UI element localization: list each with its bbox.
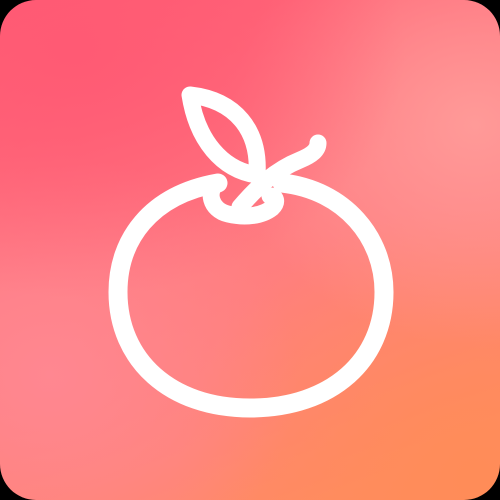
apple-leaf — [181, 86, 266, 184]
app-icon[interactable] — [0, 0, 500, 500]
apple-fruit-icon — [108, 86, 394, 418]
